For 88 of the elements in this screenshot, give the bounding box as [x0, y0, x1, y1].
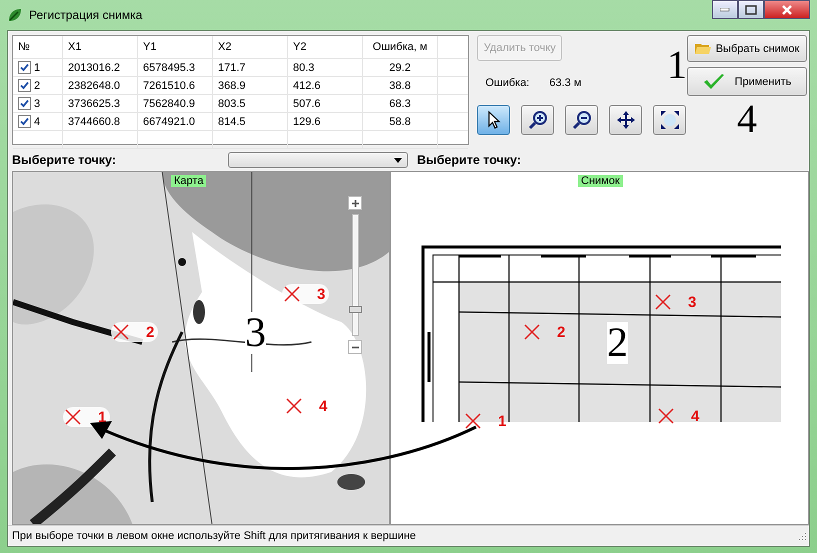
maximize-icon	[745, 4, 757, 14]
table-cell: 80.3	[293, 62, 314, 74]
table-cell: 3744660.8	[68, 116, 120, 128]
window-title: Регистрация снимка	[29, 8, 142, 22]
table-cell: 6674921.0	[143, 116, 195, 128]
zoom-in-tool-button[interactable]	[521, 105, 554, 135]
close-icon	[781, 4, 793, 14]
move-arrows-icon	[616, 110, 636, 130]
table-cell: 7562840.9	[143, 98, 195, 110]
cross-marker-icon	[284, 396, 304, 416]
marker-label: 3	[317, 286, 326, 302]
error-value: 63.3 м	[549, 77, 582, 89]
dropdown-caret-icon	[394, 158, 402, 162]
map-label: Карта	[171, 175, 206, 187]
table-cell: 814.5	[218, 116, 246, 128]
table-cell: 58.8	[389, 116, 411, 128]
marker-label: 2	[146, 324, 154, 340]
table-cell: 38.8	[389, 80, 411, 92]
annotation-number: 3	[245, 312, 266, 354]
cross-marker-icon	[63, 407, 83, 427]
maximize-button[interactable]	[738, 0, 764, 19]
leaf-icon	[7, 7, 23, 23]
table-cell: 368.9	[218, 80, 246, 92]
table-cell: 6578495.3	[143, 62, 195, 74]
marker-label: 4	[691, 408, 700, 424]
row-checkbox[interactable]	[18, 79, 31, 92]
pointer-tool-button[interactable]	[477, 105, 510, 135]
table-cell: 3	[34, 98, 40, 110]
fit-extent-icon	[660, 110, 680, 130]
row-checkbox[interactable]	[18, 115, 31, 128]
zoom-out-icon[interactable]	[348, 340, 362, 354]
table-cell: 507.6	[293, 98, 321, 110]
annotation-number: 1	[667, 45, 687, 85]
table-cell: 4	[34, 116, 40, 128]
table-cell: 29.2	[389, 62, 411, 74]
table-cell: 2	[34, 80, 40, 92]
minimize-icon	[720, 8, 730, 12]
image-label: Снимок	[578, 175, 623, 187]
table-cell: 171.7	[218, 62, 246, 74]
pan-tool-button[interactable]	[609, 105, 642, 135]
table-cell: 1	[34, 62, 40, 74]
zoom-out-tool-button[interactable]	[565, 105, 598, 135]
table-cell: 7261510.6	[143, 80, 195, 92]
fit-tool-button[interactable]	[653, 105, 686, 135]
table-cell: 803.5	[218, 98, 246, 110]
image-prompt: Выберите точку:	[417, 153, 522, 167]
cross-marker-icon	[111, 322, 131, 342]
column-header: Ошибка, м	[363, 36, 438, 58]
marker-label: 2	[557, 324, 566, 340]
close-button[interactable]	[764, 0, 810, 19]
marker-label: 1	[498, 412, 506, 430]
table-cell: 68.3	[389, 98, 411, 110]
annotation-number: 4	[737, 99, 758, 139]
column-header: Y1	[138, 36, 213, 58]
table-cell: 2013016.2	[68, 62, 120, 74]
cross-marker-icon	[656, 406, 676, 426]
table-cell: 412.6	[293, 80, 321, 92]
cross-marker-icon	[282, 284, 302, 304]
column-header: X2	[213, 36, 288, 58]
cross-marker-icon	[653, 292, 673, 312]
point-dropdown[interactable]	[228, 152, 408, 168]
zoom-slider-thumb[interactable]	[348, 306, 362, 314]
annotation-number: 2	[607, 322, 628, 364]
table-cell: 3736625.3	[68, 98, 120, 110]
row-checkbox[interactable]	[18, 61, 31, 74]
folder-icon	[694, 42, 711, 55]
zoom-out-icon	[572, 110, 592, 130]
cross-marker-icon	[522, 322, 542, 342]
marker-label: 3	[688, 294, 696, 310]
choose-image-button[interactable]: Выбрать снимок	[687, 35, 807, 62]
map-prompt: Выберите точку:	[12, 153, 117, 167]
table-cell: 129.6	[293, 116, 321, 128]
column-header: Y2	[288, 36, 363, 58]
minimize-button[interactable]	[712, 0, 738, 19]
resize-grip-icon	[797, 531, 807, 541]
column-header: X1	[63, 36, 138, 58]
zoom-in-icon[interactable]	[348, 196, 362, 210]
column-header: №	[13, 36, 63, 58]
marker-label: 1	[98, 408, 106, 426]
apply-button[interactable]: Применить	[687, 67, 807, 96]
marker-label: 4	[319, 398, 328, 414]
error-label: Ошибка:	[485, 77, 530, 89]
zoom-in-icon	[528, 110, 548, 130]
checkmark-icon	[702, 72, 725, 90]
cross-marker-icon	[463, 411, 483, 431]
row-checkbox[interactable]	[18, 97, 31, 110]
status-text: При выборе точки в левом окне используйте Shift для притягивания к вершине	[12, 530, 416, 542]
table-cell: 2382648.0	[68, 80, 120, 92]
